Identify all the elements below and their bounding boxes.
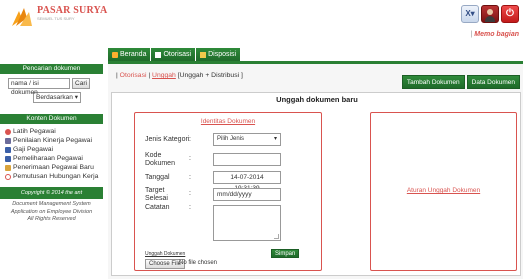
upload-document-label: Unggah Dokumen bbox=[145, 251, 186, 257]
save-button[interactable]: Simpan bbox=[271, 249, 300, 258]
chevron-down-icon: ▾ bbox=[273, 136, 277, 142]
colon: : bbox=[189, 136, 191, 143]
memo-bagian-label: Memo bagian bbox=[474, 31, 519, 38]
kode-label-1: Kode bbox=[145, 152, 162, 159]
panel-title: Unggah dokumen baru bbox=[276, 95, 358, 104]
action-buttons: Tambah Dokumen Data Dokumen bbox=[401, 75, 520, 89]
header: PASAR SURYA SEMUEL TUS SURY X▾ ⏻ | Memo … bbox=[0, 0, 523, 44]
tanggal-input[interactable]: 14-07-2014 19:31:39 bbox=[213, 171, 281, 192]
footer-line: Application on Employee Division bbox=[10, 208, 93, 215]
identity-title: Identitas Dokumen bbox=[200, 118, 256, 125]
disposition-icon bbox=[200, 51, 207, 58]
main-content: | Otorisasi | Unggah [Unggah + Distribus… bbox=[108, 64, 523, 279]
document-data-button[interactable]: Data Dokumen bbox=[466, 75, 520, 89]
sidebar-item-phk[interactable]: Pemutusan Hubungan Kerja bbox=[5, 172, 103, 181]
target-label-1: Target bbox=[145, 187, 165, 194]
main-nav: Beranda Otorisasi Disposisi bbox=[108, 48, 241, 61]
colon: : bbox=[189, 204, 191, 211]
recruitment-icon bbox=[5, 164, 11, 171]
footer-line: Document Management System bbox=[12, 201, 91, 207]
breadcrumb-otorisasi[interactable]: Otorisasi bbox=[120, 72, 147, 79]
catatan-label: Catatan bbox=[145, 204, 170, 211]
footer-line: All Rights Reserved bbox=[27, 216, 76, 222]
upload-rules-link[interactable]: Aturan Unggah Dokumen bbox=[371, 187, 516, 194]
upload-panel: Unggah dokumen baru Identitas Dokumen Je… bbox=[111, 92, 521, 276]
sidebar-item-label: Pemeliharaan Pegawai bbox=[13, 155, 83, 162]
add-document-button[interactable]: Tambah Dokumen bbox=[401, 75, 465, 89]
home-icon bbox=[112, 51, 118, 58]
brand-subtitle: SEMUEL TUS SURY bbox=[37, 16, 75, 21]
copyright-bar: Copyright © 2014 the ant bbox=[0, 187, 103, 199]
catatan-textarea[interactable] bbox=[213, 205, 281, 241]
breadcrumb-rest: [Unggah + Distribusi ] bbox=[175, 72, 243, 79]
footer-text: Document Management System Application o… bbox=[0, 199, 103, 224]
breadcrumb: | Otorisasi | Unggah [Unggah + Distribus… bbox=[116, 72, 243, 79]
sidebar-item-latih-pegawai[interactable]: Latih Pegawai bbox=[5, 127, 103, 136]
tab-otorisasi[interactable]: Otorisasi bbox=[151, 48, 196, 61]
header-icons: X▾ ⏻ bbox=[461, 5, 519, 23]
user-icon[interactable] bbox=[481, 5, 499, 23]
sidebar: Pencarian dokumen nama / isi dokumen Car… bbox=[0, 64, 103, 224]
file-status: No file chosen bbox=[179, 260, 218, 266]
kode-label-2: Dokumen bbox=[145, 160, 175, 167]
sun-logo-icon bbox=[12, 8, 32, 26]
jenis-kategori-select[interactable]: Pilih Jenis ▾ bbox=[213, 133, 281, 146]
search-input[interactable]: nama / isi dokumen bbox=[8, 78, 70, 96]
content-section: Konten Dokumen Latih Pegawai Penilaian K… bbox=[0, 114, 103, 181]
content-heading: Konten Dokumen bbox=[0, 114, 103, 124]
breadcrumb-unggah[interactable]: Unggah bbox=[152, 72, 176, 79]
jenis-select-value: Pilih Jenis bbox=[217, 136, 245, 142]
sidebar-item-penerimaan[interactable]: Penerimaan Pegawai Baru bbox=[5, 163, 103, 172]
sidebar-item-gaji-pegawai[interactable]: Gaji Pegawai bbox=[5, 145, 103, 154]
colon: : bbox=[189, 190, 191, 197]
x-dropdown-icon[interactable]: X▾ bbox=[461, 5, 479, 23]
tab-otorisasi-label: Otorisasi bbox=[163, 51, 192, 58]
sort-select-value: Berdasarkan bbox=[36, 94, 73, 101]
upload-rules-box: Aturan Unggah Dokumen bbox=[370, 112, 517, 271]
memo-separator: | bbox=[470, 31, 473, 38]
content-list: Latih Pegawai Penilaian Kinerja Pegawai … bbox=[0, 124, 103, 181]
sidebar-item-label: Penilaian Kinerja Pegawai bbox=[13, 137, 92, 144]
assessment-icon bbox=[5, 137, 11, 144]
tab-beranda-label: Beranda bbox=[120, 51, 147, 58]
power-icon[interactable]: ⏻ bbox=[501, 5, 519, 23]
search-heading: Pencarian dokumen bbox=[0, 64, 103, 74]
colon: : bbox=[189, 174, 191, 181]
tanggal-label: Tanggal bbox=[145, 174, 170, 181]
sidebar-item-label: Pemutusan Hubungan Kerja bbox=[13, 173, 99, 180]
sidebar-item-penilaian-kinerja[interactable]: Penilaian Kinerja Pegawai bbox=[5, 136, 103, 145]
training-icon bbox=[5, 128, 11, 135]
target-selesai-input[interactable]: mm/dd/yyyy bbox=[213, 188, 281, 201]
colon: : bbox=[189, 155, 191, 162]
maintenance-icon bbox=[5, 155, 11, 162]
tab-disposisi[interactable]: Disposisi bbox=[196, 48, 241, 61]
sidebar-item-label: Penerimaan Pegawai Baru bbox=[13, 164, 94, 171]
memo-bagian-link[interactable]: | Memo bagian bbox=[470, 31, 519, 38]
target-label-2: Selesai bbox=[145, 195, 168, 202]
chevron-down-icon: ▾ bbox=[74, 94, 78, 101]
kode-dokumen-input[interactable] bbox=[213, 153, 281, 166]
sidebar-item-label: Gaji Pegawai bbox=[13, 146, 54, 153]
tab-beranda[interactable]: Beranda bbox=[108, 48, 151, 61]
termination-icon bbox=[5, 173, 11, 180]
sort-select[interactable]: Berdasarkan ▾ bbox=[33, 92, 81, 103]
search-row: nama / isi dokumen Cari bbox=[0, 74, 103, 96]
sidebar-item-label: Latih Pegawai bbox=[13, 128, 56, 135]
search-button[interactable]: Cari bbox=[72, 78, 90, 89]
document-identity-box: Identitas Dokumen Jenis Kategori : Pilih… bbox=[134, 112, 322, 271]
sidebar-item-pemeliharaan[interactable]: Pemeliharaan Pegawai bbox=[5, 154, 103, 163]
jenis-label: Jenis Kategori bbox=[145, 136, 190, 143]
salary-icon bbox=[5, 146, 11, 153]
tab-disposisi-label: Disposisi bbox=[208, 51, 237, 58]
authorization-icon bbox=[155, 51, 162, 58]
brand-name: PASAR SURYA bbox=[37, 5, 108, 16]
